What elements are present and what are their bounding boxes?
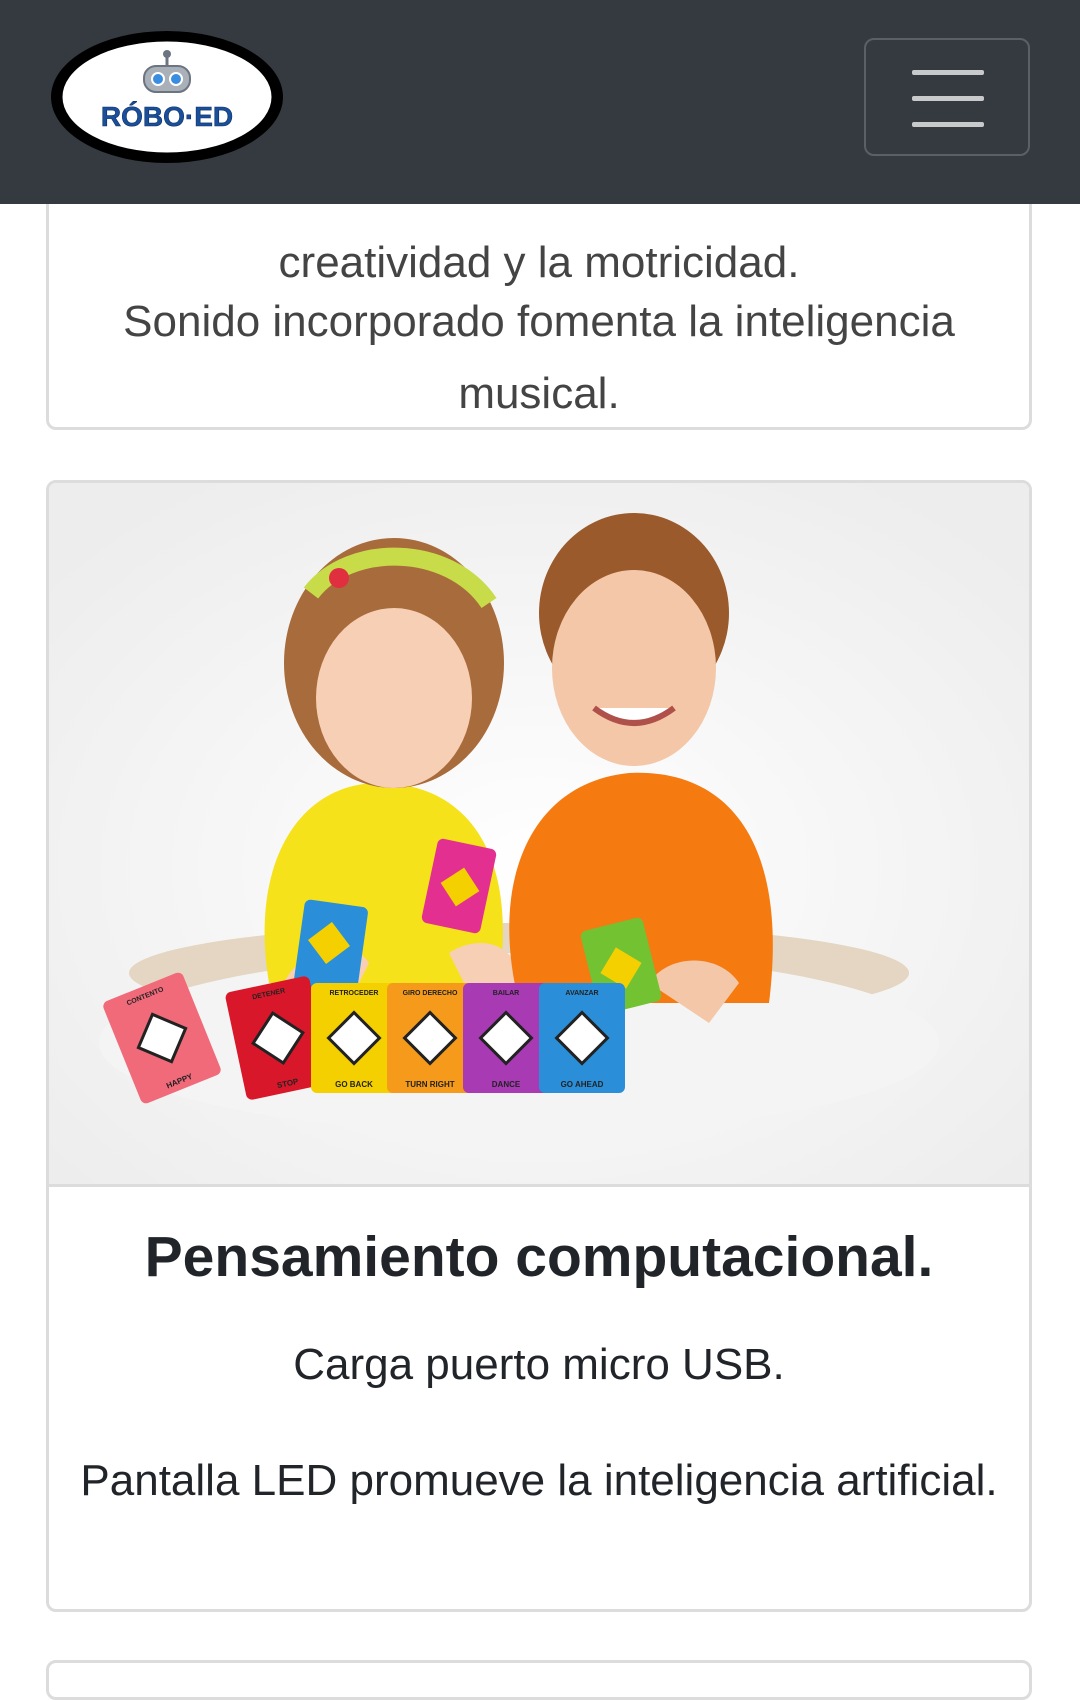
- instruction-card-title: AVANZAR: [565, 990, 598, 997]
- instruction-card-title: BAILAR: [493, 990, 519, 997]
- card-title: Pensamiento computacional.: [144, 1225, 934, 1289]
- svg-text:RÓBO·ED: RÓBO·ED: [101, 101, 233, 132]
- instruction-card-label: GO AHEAD: [561, 1080, 604, 1089]
- cards-row: HAPPYCONTENTOSTOPDETENERGO BACKRETROCEDE…: [103, 972, 625, 1104]
- instruction-card: TURN RIGHT GIRO DERECHO: [387, 983, 473, 1093]
- instruction-card: GO AHEAD AVANZAR: [539, 983, 625, 1093]
- instruction-card-title: RETROCEDER: [329, 990, 378, 997]
- instruction-card-label: DANCE: [492, 1080, 521, 1089]
- roboed-logo[interactable]: RÓBO·ED: [48, 28, 286, 166]
- feature-card-computational: HAPPY CONTENTO STOP DETENER GO BACK RETROCEDE…: [46, 480, 1032, 1612]
- instruction-card: GO BACK RETROCEDER: [311, 983, 397, 1093]
- kids-playing-cards-image: HAPPY CONTENTO STOP DETENER GO BACK RETROCEDE…: [49, 483, 1029, 1187]
- feature-text-usb: Carga puerto micro USB.: [293, 1340, 785, 1389]
- instruction-card-label: TURN RIGHT: [405, 1080, 454, 1089]
- feature-text-led: Pantalla LED promueve la inteligencia ar…: [80, 1456, 998, 1505]
- instruction-card: DANCE BAILAR: [463, 983, 549, 1093]
- instruction-card-label: GO BACK: [335, 1080, 373, 1089]
- menu-toggle-button[interactable]: [864, 38, 1030, 156]
- feature-text-sound: Sonido incorporado fomenta la inteligenc…: [123, 297, 955, 418]
- navbar: RÓBO·ED: [0, 0, 1080, 204]
- hamburger-icon: [912, 70, 984, 75]
- instruction-card-title: GIRO DERECHO: [403, 990, 458, 997]
- next-card: [46, 1660, 1032, 1700]
